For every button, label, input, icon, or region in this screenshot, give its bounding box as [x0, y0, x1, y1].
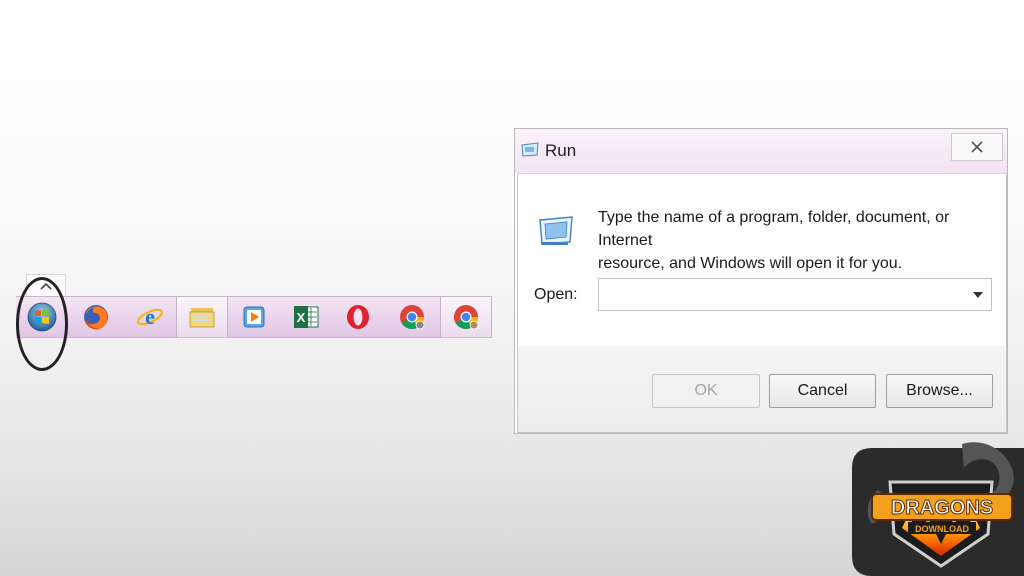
browse-button[interactable]: Browse...: [886, 374, 993, 408]
taskbar-internet-explorer[interactable]: e: [124, 297, 176, 337]
description-line-1: Type the name of a program, folder, docu…: [598, 209, 950, 249]
taskbar-chrome-2[interactable]: [440, 297, 492, 337]
taskbar-media-player[interactable]: [228, 297, 280, 337]
taskbar-firefox[interactable]: [70, 297, 122, 337]
annotation-circle: [16, 277, 68, 371]
title-bar[interactable]: Run: [515, 129, 1007, 173]
chrome-icon: [454, 305, 479, 330]
chrome-icon: [400, 305, 425, 330]
close-icon: [971, 141, 983, 153]
taskbar-excel[interactable]: X: [280, 297, 332, 337]
taskbar-chrome-1[interactable]: [386, 297, 438, 337]
logo-text-dragons: DRAGONS: [891, 497, 993, 519]
svg-text:X: X: [297, 310, 306, 325]
opera-icon: [347, 305, 369, 329]
dialog-content: Type the name of a program, folder, docu…: [517, 173, 1007, 433]
firefox-icon: [84, 305, 108, 330]
excel-icon: X: [294, 306, 319, 328]
run-program-icon: [539, 216, 573, 245]
svg-text:e: e: [145, 304, 155, 329]
taskbar: e X: [16, 296, 492, 338]
internet-explorer-icon: e: [137, 304, 163, 329]
open-combobox[interactable]: [598, 278, 992, 311]
media-player-icon: [243, 306, 265, 328]
dialog-description: Type the name of a program, folder, docu…: [598, 206, 998, 275]
run-icon: [521, 142, 539, 157]
dropdown-arrow-icon[interactable]: [973, 291, 983, 299]
dragons-download-logo: DRAGONS DOWNLOAD: [852, 442, 1024, 576]
run-dialog: Run Type the name of a program, folder, …: [514, 128, 1008, 434]
taskbar-file-explorer[interactable]: [176, 297, 228, 337]
close-button[interactable]: [951, 133, 1003, 161]
cancel-button[interactable]: Cancel: [769, 374, 876, 408]
open-input[interactable]: [599, 279, 959, 310]
dialog-title: Run: [545, 141, 577, 160]
ok-button[interactable]: OK: [652, 374, 760, 408]
folder-icon: [189, 308, 215, 328]
description-line-2: resource, and Windows will open it for y…: [598, 255, 903, 272]
open-label: Open:: [534, 286, 578, 303]
taskbar-opera[interactable]: [332, 297, 384, 337]
button-bar: OK Cancel Browse...: [518, 346, 1006, 432]
logo-text-download: DOWNLOAD: [915, 524, 969, 534]
